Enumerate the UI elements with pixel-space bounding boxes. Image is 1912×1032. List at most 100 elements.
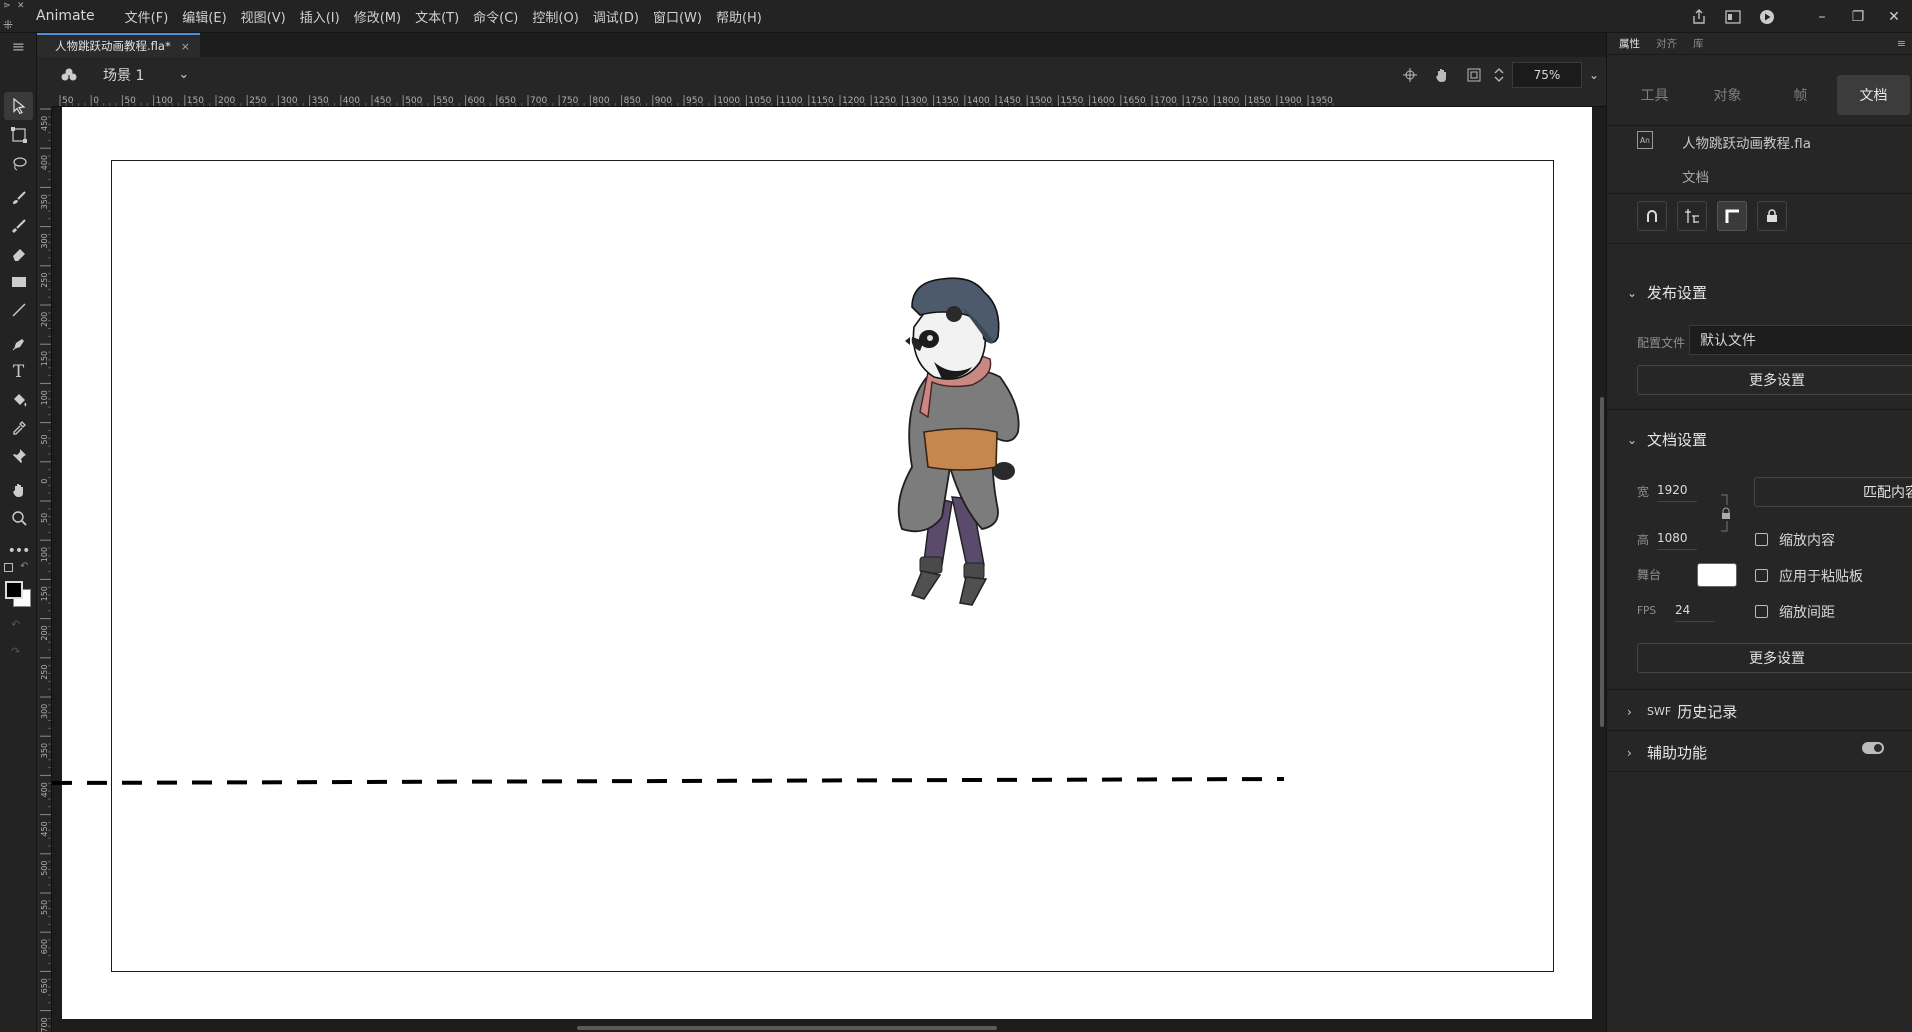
menu-modify[interactable]: 修改(M) <box>354 7 401 26</box>
segment-tool[interactable]: 工具 <box>1618 75 1691 115</box>
scene-icon[interactable] <box>53 57 85 92</box>
menu-insert[interactable]: 插入(I) <box>300 7 340 26</box>
document-settings-header[interactable]: ⌄ 文档设置 <box>1627 429 1707 450</box>
horizontal-scrollbar[interactable] <box>577 1026 997 1030</box>
ruler-tick-label: 1200 <box>842 96 865 106</box>
segment-frame[interactable]: 帧 <box>1764 75 1837 115</box>
redo-icon[interactable]: ↷ <box>11 645 20 658</box>
free-transform-tool-icon[interactable] <box>4 121 33 149</box>
menu-file[interactable]: 文件(F) <box>125 7 169 26</box>
match-contents-button[interactable]: 匹配内容 <box>1754 477 1912 507</box>
publish-icon[interactable] <box>1682 0 1716 33</box>
zoom-stepper-icon[interactable] <box>1490 57 1508 92</box>
ruler-tick-label: 200 <box>40 625 49 640</box>
grid-icon[interactable]: ⁜ <box>3 18 13 32</box>
text-tool-icon[interactable]: T <box>4 358 33 386</box>
menu-edit[interactable]: 编辑(E) <box>182 7 226 26</box>
minimize-icon[interactable]: – <box>1804 0 1840 33</box>
swap-colors-icon[interactable]: ↶ <box>20 561 28 572</box>
ruler-tick-label: 550 <box>40 900 49 915</box>
tab-close-icon[interactable]: × <box>181 40 190 53</box>
rotate-stage-icon[interactable] <box>1426 57 1458 92</box>
accessibility-header[interactable]: › 辅助功能 <box>1627 742 1707 763</box>
collapse-toolbar-icon[interactable]: ≡ <box>0 33 37 59</box>
tab-align[interactable]: 对齐 <box>1656 36 1677 54</box>
segment-object[interactable]: 对象 <box>1691 75 1764 115</box>
vertical-scrollbar[interactable] <box>1600 397 1604 727</box>
tab-library[interactable]: 库 <box>1693 36 1704 54</box>
ruler-tick-label: 500 <box>40 861 49 876</box>
panda-character[interactable] <box>872 267 1042 627</box>
clip-content-icon[interactable] <box>1458 57 1490 92</box>
brush-tool-icon[interactable] <box>4 212 33 240</box>
publish-settings-header[interactable]: ⌄ 发布设置 <box>1627 282 1707 303</box>
menu-commands[interactable]: 命令(C) <box>473 7 518 26</box>
divider <box>1607 243 1912 244</box>
document-more-settings-button[interactable]: 更多设置 <box>1637 643 1912 673</box>
zoom-input[interactable]: 75% <box>1512 61 1582 88</box>
menu-window[interactable]: 窗口(W) <box>653 7 702 26</box>
scale-spacing-checkbox[interactable] <box>1755 605 1768 618</box>
height-field[interactable]: 1080 <box>1657 531 1697 550</box>
swf-prefix: SWF <box>1647 705 1672 718</box>
width-field[interactable]: 1920 <box>1657 483 1697 502</box>
snap-to-objects-icon[interactable] <box>1637 201 1667 231</box>
scale-content-checkbox[interactable] <box>1755 533 1768 546</box>
default-colors-icon[interactable] <box>4 563 13 572</box>
center-stage-icon[interactable] <box>1394 57 1426 92</box>
ruler-tick-label: 1300 <box>904 96 927 106</box>
eraser-tool-icon[interactable] <box>4 240 33 268</box>
pin-tool-icon[interactable] <box>4 442 33 470</box>
ruler-tick-label: 450 <box>40 116 49 131</box>
menu-view[interactable]: 视图(V) <box>241 7 286 26</box>
fps-field[interactable]: 24 <box>1675 603 1715 622</box>
swf-history-header[interactable]: › SWF 历史记录 <box>1627 701 1737 722</box>
menu-debug[interactable]: 调试(D) <box>593 7 639 26</box>
link-dimensions-icon[interactable] <box>1719 493 1733 533</box>
lasso-tool-icon[interactable] <box>4 150 33 178</box>
document-tab[interactable]: 人物跳跃动画教程.fla* × <box>37 33 200 57</box>
undo-icon[interactable]: ↶ <box>11 618 20 631</box>
panel-menu-icon[interactable]: ≡ <box>1897 37 1906 50</box>
line-tool-icon[interactable] <box>4 296 33 324</box>
test-movie-icon[interactable] <box>1750 0 1784 33</box>
profile-select[interactable]: 默认文件 <box>1689 325 1912 355</box>
tab-properties[interactable]: 属性 <box>1619 36 1640 54</box>
document-name: 人物跳跃动画教程.fla <box>1682 136 1812 152</box>
scene-dropdown-chevron-icon[interactable]: ⌄ <box>178 67 189 82</box>
menu-text[interactable]: 文本(T) <box>415 7 459 26</box>
zoom-dropdown-chevron-icon[interactable]: ⌄ <box>1582 68 1606 82</box>
close-panel-icon[interactable]: ✕ <box>17 1 25 11</box>
paint-bucket-tool-icon[interactable] <box>4 386 33 414</box>
ruler-tick-label: 1750 <box>1185 96 1208 106</box>
expand-icon[interactable]: ⋗ <box>3 1 11 11</box>
zoom-tool-icon[interactable] <box>4 504 33 532</box>
more-tools-icon[interactable]: ••• <box>4 537 33 565</box>
eyedropper-tool-icon[interactable] <box>4 414 33 442</box>
ruler-tick-label: 1650 <box>1123 96 1146 106</box>
fps-label: FPS <box>1637 605 1657 617</box>
publish-more-settings-button[interactable]: 更多设置 <box>1637 365 1912 395</box>
rectangle-tool-icon[interactable] <box>4 268 33 296</box>
screen-mode-icon[interactable] <box>1716 0 1750 33</box>
stage-color-swatch[interactable] <box>1697 563 1737 587</box>
chevron-down-icon: ⌄ <box>1627 285 1638 300</box>
pen-tool-icon[interactable] <box>4 330 33 358</box>
chevron-down-icon: ⌄ <box>1627 432 1638 447</box>
apply-pasteboard-checkbox[interactable] <box>1755 569 1768 582</box>
lock-guides-icon[interactable] <box>1757 201 1787 231</box>
close-icon[interactable]: ✕ <box>1876 0 1912 33</box>
snap-align-icon[interactable] <box>1677 201 1707 231</box>
hand-tool-icon[interactable] <box>4 476 33 504</box>
paint-brush-tool-icon[interactable] <box>4 184 33 212</box>
canvas-workspace[interactable] <box>52 107 1606 1032</box>
width-label: 宽 <box>1637 485 1650 499</box>
selection-tool-icon[interactable] <box>4 92 33 120</box>
restore-icon[interactable]: ❐ <box>1840 0 1876 33</box>
menu-control[interactable]: 控制(O) <box>532 7 578 26</box>
stroke-color-swatch[interactable] <box>5 581 23 599</box>
menu-help[interactable]: 帮助(H) <box>716 7 762 26</box>
guides-icon[interactable] <box>1717 201 1747 231</box>
accessibility-toggle[interactable] <box>1862 742 1884 754</box>
segment-document[interactable]: 文档 <box>1837 75 1910 115</box>
